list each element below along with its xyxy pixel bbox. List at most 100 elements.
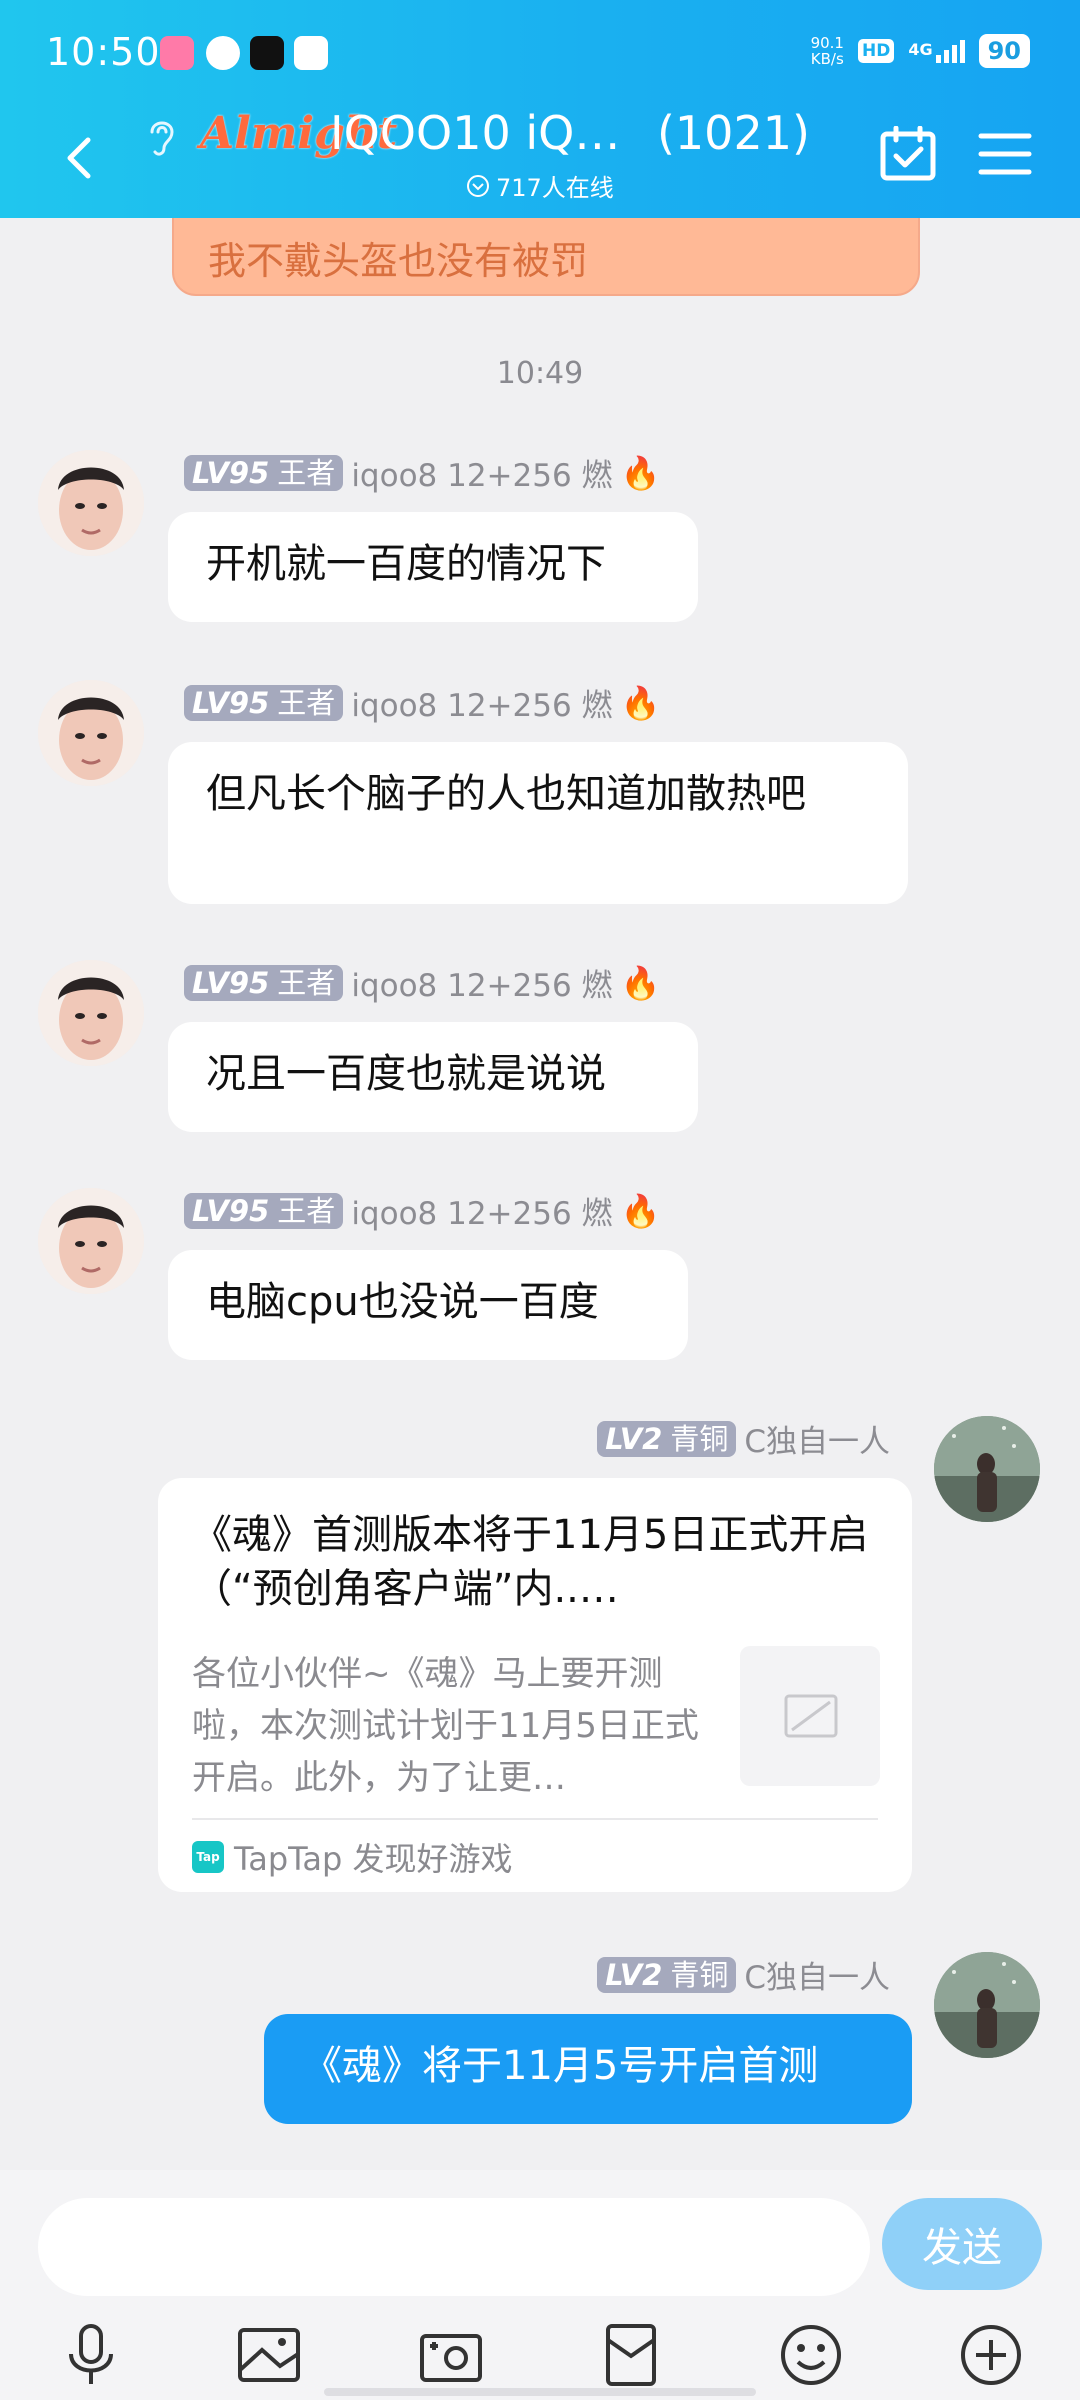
signal-icon: 4G — [908, 39, 965, 63]
message-text: 但凡长个脑子的人也知道加散热吧 — [206, 771, 806, 817]
ear-icon[interactable] — [142, 114, 182, 160]
microphone-icon[interactable] — [56, 2320, 126, 2390]
sender-meta: LV2 青铜 C独自一人 — [597, 1416, 890, 1461]
avatar[interactable] — [38, 450, 144, 556]
fire-icon: 🔥 — [620, 453, 661, 492]
avatar-image — [38, 1188, 144, 1294]
net-speed-value: 90.1 — [810, 34, 844, 52]
emoji-icon[interactable] — [776, 2320, 846, 2390]
avatar-image — [38, 960, 144, 1066]
rank-label: 王者 — [277, 1193, 336, 1228]
message-bubble[interactable]: 况且一百度也就是说说 — [168, 1022, 698, 1132]
message-text: 况且一百度也就是说说 — [206, 1051, 606, 1097]
chat-timestamp: 10:49 — [496, 356, 584, 391]
taptap-icon: Tap — [192, 1841, 224, 1873]
chevron-down-icon — [467, 174, 489, 197]
message-bubble[interactable]: 开机就一百度的情况下 — [168, 512, 698, 622]
status-bar: 10:50 90.1 KB/s HD 4G 90 — [0, 0, 1080, 100]
message-text: 开机就一百度的情况下 — [206, 541, 606, 587]
sender-name[interactable]: iqoo8 12+256 燃 — [351, 680, 612, 725]
sender-name[interactable]: C独自一人 — [744, 1952, 890, 1997]
status-indicators: 90.1 KB/s HD 4G 90 — [811, 34, 1030, 68]
message-bubble[interactable]: 电脑cpu也没说一百度 — [168, 1250, 688, 1360]
rank-label: 王者 — [277, 685, 336, 720]
nav-bar: Almight IQOO10 iQ… (1021) 717人在线 — [0, 100, 1080, 218]
avatar-image — [934, 1416, 1040, 1522]
share-card-thumbnail — [740, 1646, 880, 1786]
level-badge: LV95 王者 — [184, 684, 344, 721]
send-button[interactable]: 发送 — [882, 2198, 1042, 2290]
message-input[interactable] — [38, 2198, 870, 2296]
level-badge: LV2 青铜 — [597, 1956, 737, 1993]
message-text: 电脑cpu也没说一百度 — [206, 1279, 599, 1325]
online-status[interactable]: 717人在线 — [466, 168, 614, 203]
battery-icon: 90 — [978, 34, 1030, 68]
image-icon[interactable] — [234, 2320, 304, 2390]
avatar[interactable] — [38, 1188, 144, 1294]
image-placeholder-icon — [784, 1694, 838, 1738]
share-card-source-text: TapTap 发现好游戏 — [234, 1840, 513, 1878]
speed-app-icon — [206, 36, 240, 70]
fire-icon: 🔥 — [620, 1191, 661, 1230]
net-speed: 90.1 KB/s — [811, 35, 844, 67]
avatar-image — [38, 680, 144, 786]
sender-name[interactable]: C独自一人 — [744, 1416, 890, 1461]
plus-icon[interactable] — [956, 2320, 1026, 2390]
sender-meta: LV95 王者 iqoo8 12+256 燃 🔥 — [184, 680, 660, 725]
level-label: LV95 — [192, 455, 270, 490]
chat-area[interactable]: 我不戴头盔也没有被罚 10:49 LV95 王者 iqoo8 12+256 燃 🔥… — [0, 218, 1080, 2170]
rank-label: 王者 — [277, 455, 336, 490]
level-badge: LV95 王者 — [184, 454, 344, 491]
menu-icon[interactable] — [978, 130, 1032, 178]
level-label: LV95 — [192, 685, 270, 720]
home-indicator — [324, 2388, 756, 2396]
level-label: LV95 — [192, 965, 270, 1000]
hd-badge: HD — [857, 39, 895, 63]
share-card[interactable]: 《魂》首测版本将于11月5日正式开启（“预创角客户端”内..… 各位小伙伴~《魂… — [158, 1478, 912, 1892]
share-card-title: 《魂》首测版本将于11月5日正式开启（“预创角客户端”内..… — [192, 1512, 869, 1612]
level-label: LV2 — [605, 1421, 663, 1456]
calendar-check-icon[interactable] — [880, 126, 936, 182]
avatar-self[interactable] — [934, 1416, 1040, 1522]
header: 10:50 90.1 KB/s HD 4G 90 Almight IQOO10 … — [0, 0, 1080, 218]
sender-meta: LV95 王者 iqoo8 12+256 燃 🔥 — [184, 960, 660, 1005]
sender-name[interactable]: iqoo8 12+256 燃 — [351, 1188, 612, 1233]
rank-label: 青铜 — [670, 1957, 729, 1992]
avatar-image — [38, 450, 144, 556]
share-card-description: 各位小伙伴~《魂》马上要开测啦，本次测试计划于11月5日正式开启。此外，为了让更… — [192, 1654, 699, 1798]
sender-meta: LV95 王者 iqoo8 12+256 燃 🔥 — [184, 450, 660, 495]
group-title[interactable]: IQOO10 iQ… (1021) — [330, 106, 810, 160]
level-badge: LV95 王者 — [184, 1192, 344, 1229]
fire-icon: 🔥 — [620, 963, 661, 1002]
rank-label: 王者 — [277, 965, 336, 1000]
status-time: 10:50 — [46, 30, 161, 74]
rank-label: 青铜 — [670, 1421, 729, 1456]
notification-app-icon — [294, 36, 328, 70]
share-card-source: Tap TapTap 发现好游戏 — [192, 1834, 513, 1880]
back-icon[interactable] — [50, 128, 110, 188]
sender-name[interactable]: iqoo8 12+256 燃 — [351, 450, 612, 495]
member-count: (1021) — [656, 106, 810, 160]
avatar[interactable] — [38, 960, 144, 1066]
message-text: 《魂》将于11月5号开启首测 — [302, 2043, 819, 2089]
message-bubble-self[interactable]: 《魂》将于11月5号开启首测 — [264, 2014, 912, 2124]
camera-icon[interactable] — [416, 2320, 486, 2390]
tiktok-app-icon — [250, 36, 284, 70]
group-name: IQOO10 iQ… — [330, 106, 621, 160]
sender-meta: LV2 青铜 C独自一人 — [597, 1952, 890, 1997]
level-badge: LV95 王者 — [184, 964, 344, 1001]
message-bubble[interactable]: 但凡长个脑子的人也知道加散热吧 — [168, 742, 908, 904]
previous-message-text: 我不戴头盔也没有被罚 — [208, 239, 589, 283]
previous-message-bubble[interactable]: 我不戴头盔也没有被罚 — [172, 218, 920, 296]
avatar-image — [934, 1952, 1040, 2058]
fire-icon: 🔥 — [620, 683, 661, 722]
share-card-divider — [192, 1818, 878, 1820]
sender-name[interactable]: iqoo8 12+256 燃 — [351, 960, 612, 1005]
avatar-self[interactable] — [934, 1952, 1040, 2058]
red-packet-icon[interactable] — [596, 2320, 666, 2390]
online-count: 717人在线 — [496, 174, 614, 202]
sender-meta: LV95 王者 iqoo8 12+256 燃 🔥 — [184, 1188, 660, 1233]
input-area: 发送 — [0, 2170, 1080, 2400]
avatar[interactable] — [38, 680, 144, 786]
bilibili-app-icon — [160, 36, 194, 70]
